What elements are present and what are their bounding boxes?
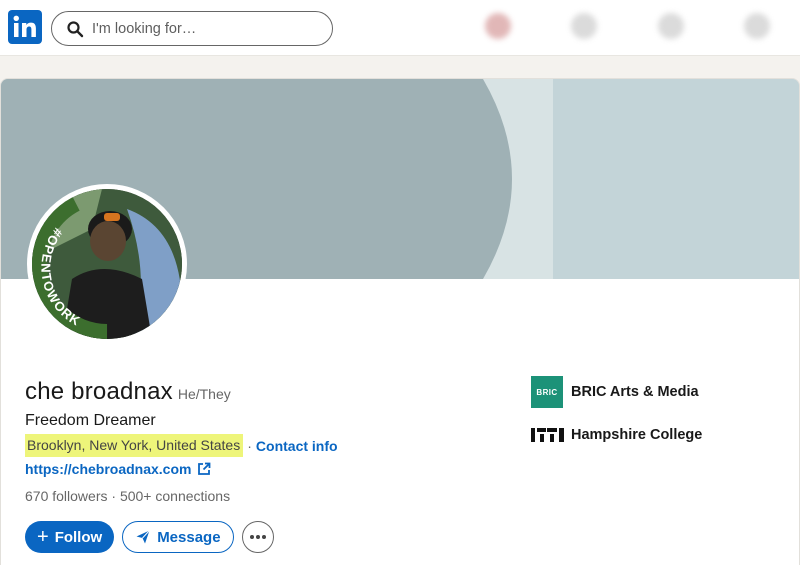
hampshire-logo-icon	[531, 428, 564, 442]
message-label: Message	[157, 528, 221, 546]
nav-icon-blurred[interactable]	[485, 13, 512, 39]
follow-label: Follow	[54, 528, 103, 546]
bric-logo-icon: BRIC	[531, 376, 563, 408]
top-nav	[0, 0, 800, 56]
contact-info-link[interactable]: Contact info	[256, 438, 338, 454]
org-hampshire[interactable]: Hampshire College	[531, 427, 702, 443]
profile-name: che broadnax	[25, 378, 173, 405]
org-name: Hampshire College	[571, 427, 703, 443]
website-url: https://chebroadnax.com	[25, 461, 192, 477]
ellipsis-icon	[249, 535, 266, 539]
location-row: Brooklyn, New York, United States · Cont…	[25, 434, 338, 457]
plus-icon: +	[37, 526, 49, 548]
nav-icon-blurred[interactable]	[743, 13, 770, 39]
message-button[interactable]: Message	[122, 521, 234, 553]
followers-count: 670 followers	[25, 488, 108, 504]
search-icon	[66, 20, 84, 38]
send-icon	[135, 529, 151, 545]
nav-icons-blurred	[455, 0, 800, 52]
more-actions-button[interactable]	[241, 521, 274, 553]
nav-icon-blurred[interactable]	[657, 13, 684, 39]
profile-pronouns: He/They	[177, 386, 231, 402]
org-name: BRIC Arts & Media	[571, 384, 699, 400]
network-stats: 670 followers · 500+ connections	[25, 488, 230, 504]
separator: ·	[247, 437, 252, 454]
linkedin-logo-icon[interactable]	[8, 10, 42, 44]
org-bric[interactable]: BRIC BRIC Arts & Media	[531, 376, 699, 408]
nav-icon-blurred[interactable]	[571, 13, 598, 39]
external-link-icon	[197, 462, 211, 476]
connections-count[interactable]: 500+ connections	[120, 488, 230, 504]
website-link[interactable]: https://chebroadnax.com	[25, 461, 211, 477]
profile-headline: Freedom Dreamer	[25, 412, 156, 429]
search-input[interactable]	[92, 20, 322, 37]
follow-button[interactable]: + Follow	[25, 521, 115, 553]
search-bar[interactable]	[51, 11, 333, 46]
profile-location: Brooklyn, New York, United States	[25, 434, 244, 457]
profile-avatar[interactable]: #OPENTOWORK	[27, 184, 187, 344]
profile-card: #OPENTOWORK BRIC BRIC Arts & Media Hamps…	[0, 78, 800, 565]
separator: ·	[111, 488, 117, 504]
name-row: che broadnax He/They	[25, 378, 231, 406]
profile-actions: + Follow Message	[25, 521, 274, 553]
